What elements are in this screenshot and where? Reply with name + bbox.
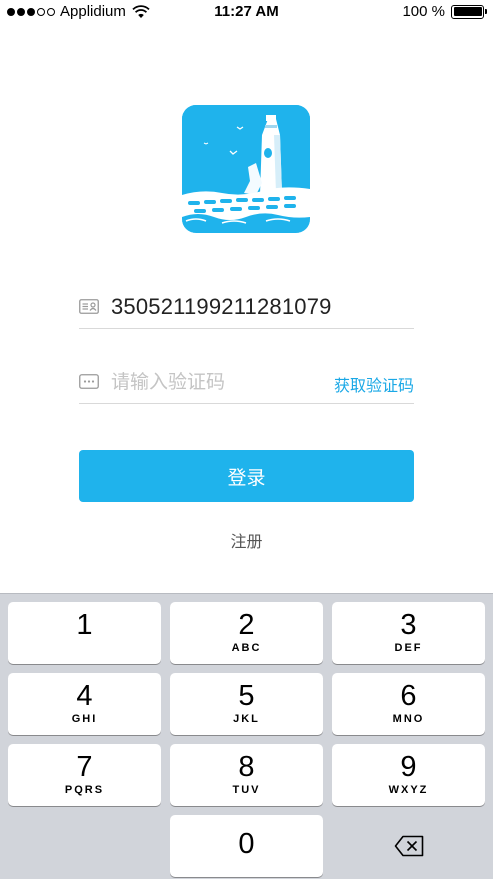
key-5[interactable]: 5 JKL (170, 673, 323, 735)
key-letters: WXYZ (388, 784, 429, 796)
key-digit: 6 (400, 680, 417, 712)
key-letters: DEF (394, 642, 423, 654)
key-digit: 8 (238, 751, 255, 783)
key-letters: JKL (233, 713, 260, 725)
keyboard-icon (79, 374, 99, 389)
key-1[interactable]: 1 (8, 602, 161, 664)
key-6[interactable]: 6 MNO (332, 673, 485, 735)
backspace-key[interactable] (332, 815, 485, 877)
login-button[interactable]: 登录 (79, 450, 414, 502)
id-number-field[interactable]: 350521199211281079 (79, 285, 414, 329)
lighthouse-logo-icon (182, 105, 310, 233)
key-7[interactable]: 7 PQRS (8, 744, 161, 806)
key-digit: 4 (76, 680, 93, 712)
app-logo (182, 105, 310, 233)
key-letters: MNO (392, 713, 425, 725)
verification-code-input[interactable] (111, 370, 311, 393)
key-letters: GHI (71, 713, 98, 725)
status-bar: Applidium 11:27 AM 100 % (0, 0, 493, 26)
key-2[interactable]: 2 ABC (170, 602, 323, 664)
get-code-button[interactable]: 获取验证码 (334, 372, 414, 396)
backspace-icon (394, 835, 423, 857)
key-4[interactable]: 4 GHI (8, 673, 161, 735)
key-digit: 1 (76, 609, 93, 641)
key-8[interactable]: 8 TUV (170, 744, 323, 806)
key-letters: PQRS (64, 784, 105, 796)
id-card-icon (79, 299, 99, 314)
key-letters: TUV (232, 784, 261, 796)
key-letters: ABC (231, 642, 262, 654)
key-digit: 5 (238, 680, 255, 712)
key-digit: 0 (238, 828, 255, 860)
verification-code-row: 获取验证码 (79, 360, 414, 404)
battery-percent: 100 % (402, 3, 445, 20)
key-digit: 9 (400, 751, 417, 783)
register-link[interactable]: 注册 (0, 528, 493, 552)
battery-icon (451, 4, 487, 19)
key-digit: 3 (400, 609, 417, 641)
key-9[interactable]: 9 WXYZ (332, 744, 485, 806)
key-3[interactable]: 3 DEF (332, 602, 485, 664)
key-digit: 2 (238, 609, 255, 641)
id-number-value: 350521199211281079 (111, 293, 332, 319)
key-digit: 7 (76, 751, 93, 783)
key-0[interactable]: 0 (170, 815, 323, 877)
numeric-keypad: 1 2 ABC 3 DEF 4 GHI 5 JKL 6 MNO 7 PQRS 8… (0, 593, 493, 879)
